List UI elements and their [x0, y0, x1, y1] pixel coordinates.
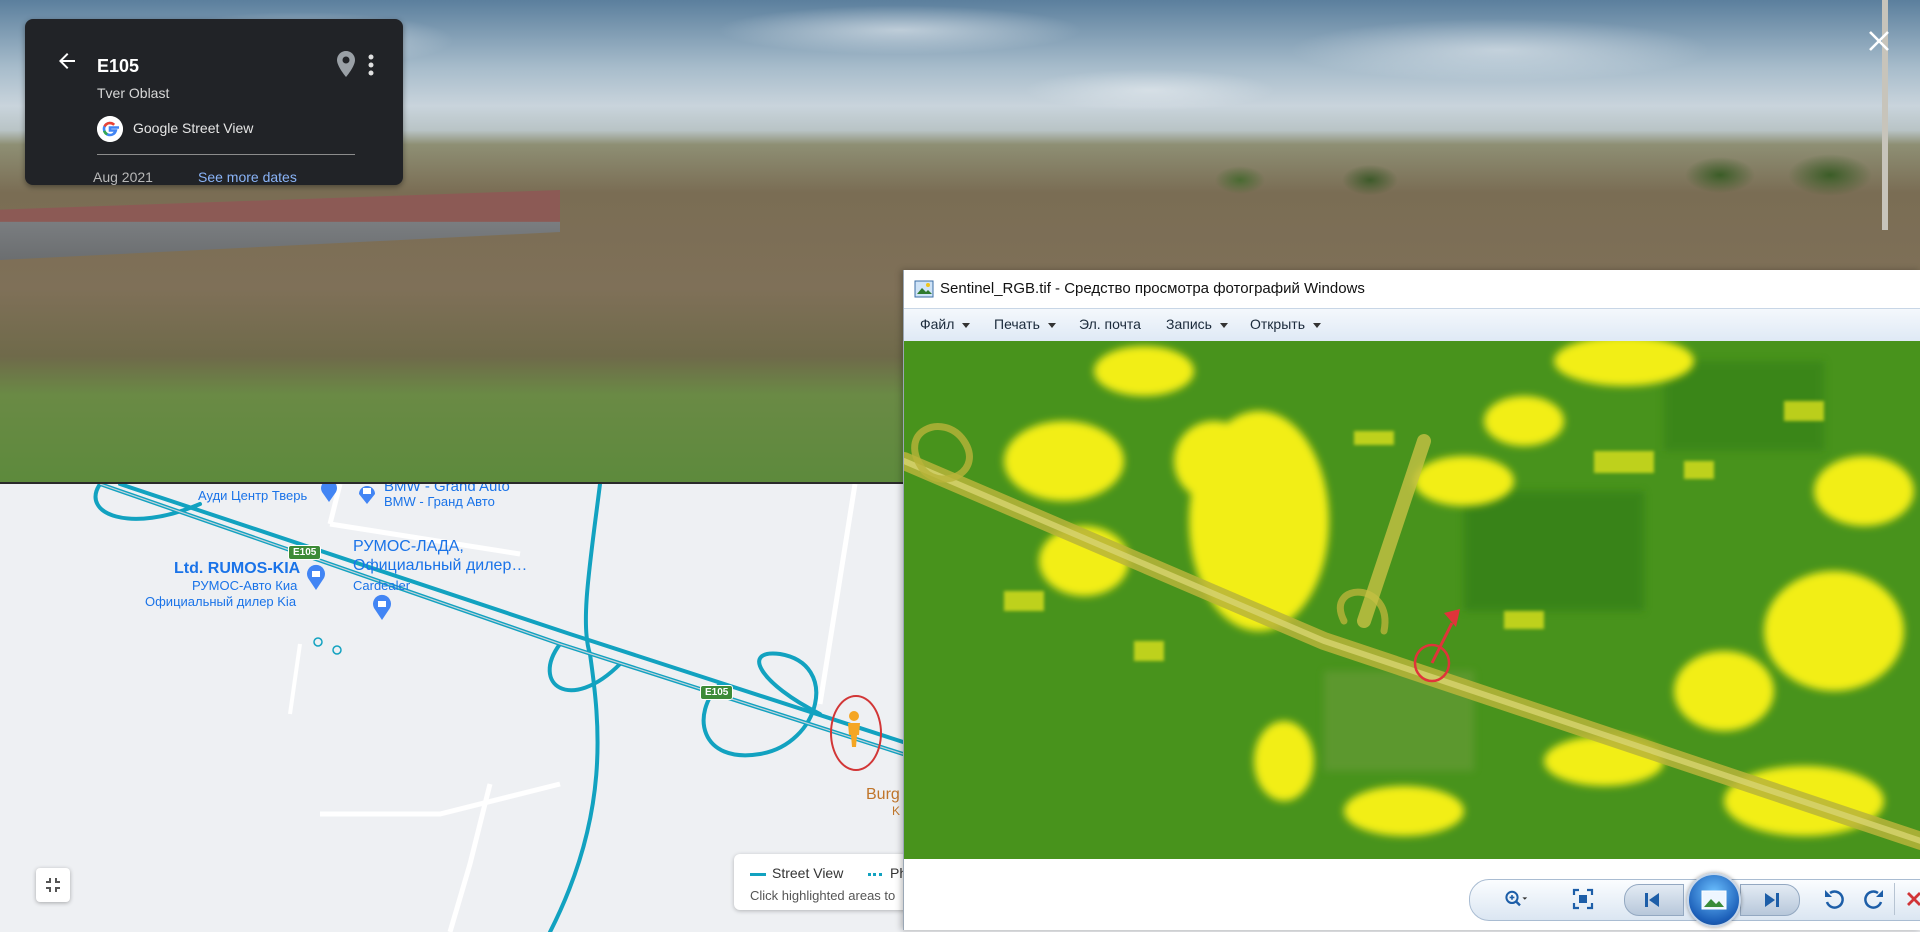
menu-print[interactable]: Печать [994, 316, 1056, 332]
photo-viewer-window[interactable]: Sentinel_RGB.tif - Средство просмотра фо… [903, 270, 1920, 930]
road-shield-e105: E105 [700, 685, 734, 700]
shopping-pin-icon[interactable] [318, 482, 340, 502]
map-view[interactable]: E105 E105 Ауди Центр Тверь BMW - Grand A… [0, 482, 903, 932]
card-divider [97, 154, 355, 155]
menu-open-label: Открыть [1250, 316, 1305, 332]
menu-burn-label: Запись [1166, 316, 1212, 332]
poi-label-burger[interactable]: Burg [866, 786, 900, 804]
shopping-pin-icon[interactable] [356, 482, 378, 504]
poi-label-rumos-kia-sub2: Официальный дилер Kia [145, 594, 297, 609]
slideshow-button[interactable] [1687, 873, 1741, 927]
collapse-icon [46, 878, 60, 892]
see-more-dates-link[interactable]: See more dates [198, 169, 297, 185]
menu-bar: Файл Печать Эл. почта Запись Открыть [904, 308, 1920, 342]
map-legend: Street View Ph Click highlighted areas t… [734, 854, 903, 910]
chevron-down-icon [1312, 322, 1321, 328]
poi-label-rumos-kia-sub: РУМОС-Авто Киа [192, 578, 298, 593]
viewer-toolbar [904, 859, 1920, 930]
previous-button[interactable] [1624, 884, 1684, 916]
chevron-down-icon [1047, 322, 1056, 328]
chevron-down-icon [1219, 322, 1228, 328]
street-view-legend-line [750, 873, 766, 876]
close-icon[interactable] [1866, 28, 1892, 54]
poi-label-audi[interactable]: Ауди Центр Тверь [198, 488, 307, 503]
menu-email[interactable]: Эл. почта [1079, 316, 1141, 332]
shopping-pin-icon[interactable] [372, 594, 392, 620]
zoom-icon[interactable] [1504, 887, 1528, 911]
more-vert-icon[interactable] [367, 52, 375, 78]
menu-file-label: Файл [920, 316, 955, 332]
window-titlebar[interactable]: Sentinel_RGB.tif - Средство просмотра фо… [904, 270, 1920, 308]
collapse-map-button[interactable] [36, 868, 70, 902]
satellite-image[interactable] [904, 341, 1920, 859]
menu-print-label: Печать [994, 316, 1040, 332]
menu-email-label: Эл. почта [1079, 316, 1141, 332]
next-button[interactable] [1740, 884, 1800, 916]
capture-date: Aug 2021 [93, 169, 153, 185]
legend-street-view: Street View [772, 865, 844, 881]
delete-icon[interactable] [1904, 887, 1920, 911]
next-icon [1765, 893, 1779, 907]
menu-file[interactable]: Файл [920, 316, 971, 332]
photo-sphere-markers[interactable] [308, 634, 348, 658]
road-shield-e105: E105 [288, 545, 322, 560]
location-title: E105 [97, 56, 140, 76]
menu-burn[interactable]: Запись [1166, 316, 1228, 332]
legend-photos: Ph [890, 865, 903, 881]
previous-icon [1645, 893, 1659, 907]
pegman-icon[interactable] [845, 710, 863, 748]
legend-hint: Click highlighted areas to [750, 888, 896, 903]
google-logo-icon [97, 116, 123, 142]
poi-label-rumos-kia[interactable]: Ltd. RUMOS-KIA [174, 560, 300, 578]
rotate-right-icon[interactable] [1862, 887, 1886, 911]
poi-label-rumos-lada[interactable]: РУМОС-ЛАДА, [353, 538, 464, 556]
poi-label-burger-sub: K [892, 804, 901, 818]
provider-label: Google Street View [133, 120, 254, 136]
shopping-pin-icon[interactable] [306, 564, 326, 590]
chevron-down-icon [962, 322, 971, 328]
location-subtitle: Tver Oblast [97, 85, 170, 101]
slideshow-icon [1701, 890, 1727, 910]
satellite-image-content [904, 341, 1920, 859]
poi-label-bmw-ru: BMW - Гранд Авто [384, 494, 495, 509]
street-view-info-card: E105 Tver Oblast Google Street View Aug … [25, 19, 403, 185]
poi-label-cardealer[interactable]: Cardealer [353, 578, 410, 593]
menu-open[interactable]: Открыть [1250, 316, 1321, 332]
back-arrow-icon[interactable] [55, 49, 79, 73]
actual-size-icon[interactable] [1571, 887, 1595, 911]
photo-viewer-app-icon [914, 280, 934, 298]
rotate-left-icon[interactable] [1822, 887, 1846, 911]
toolbar-divider [1894, 883, 1895, 915]
window-title: Sentinel_RGB.tif - Средство просмотра фо… [940, 280, 1365, 297]
photos-legend-line [868, 873, 882, 876]
map-pin-icon[interactable] [337, 51, 355, 77]
poi-label-rumos-lada-sub: Официальный дилер… [353, 557, 528, 574]
